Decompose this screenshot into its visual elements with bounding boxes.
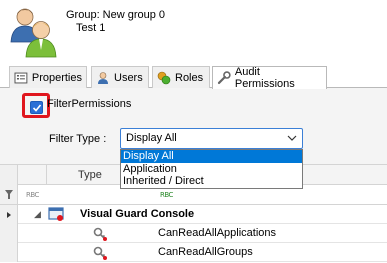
filter-permissions-checkbox[interactable]: [30, 101, 43, 114]
chevron-down-icon: [287, 135, 297, 141]
group-title: Visual Guard Console: [80, 208, 195, 220]
filter-cell-name[interactable]: RBC: [160, 191, 173, 199]
filter-type-select[interactable]: Display All: [120, 128, 303, 149]
filter-permissions-label: FilterPermissions: [47, 98, 132, 110]
row-header: [0, 224, 18, 243]
column-header-type[interactable]: Type: [78, 169, 102, 181]
row-indicator-icon: [7, 212, 11, 218]
roles-icon: [157, 71, 171, 84]
users-group-icon: [10, 8, 57, 58]
group-header: Group: New group 0 Test 1: [0, 0, 387, 66]
filter-type-value: Display All: [126, 132, 177, 144]
column-separator[interactable]: [46, 165, 47, 185]
filter-cell-type[interactable]: RBC: [26, 191, 39, 199]
permission-row[interactable]: CanReadAllApplications: [0, 224, 387, 243]
filter-type-dropdown: Display All Application Inherited / Dire…: [120, 149, 303, 189]
console-icon: [48, 207, 64, 221]
audit-permissions-panel: FilterPermissions Filter Type : Display …: [0, 88, 387, 263]
row-header-corner: [0, 165, 18, 185]
group-row-visual-guard-console[interactable]: ◢ Visual Guard Console: [0, 205, 387, 224]
row-header: [0, 205, 18, 224]
permission-name: CanReadAllGroups: [158, 246, 253, 258]
tab-audit-permissions[interactable]: Audit Permissions: [212, 66, 327, 90]
filter-row-header: [0, 185, 18, 204]
tab-audit-permissions-label: Audit Permissions: [234, 66, 295, 90]
option-application[interactable]: Application: [121, 163, 302, 176]
wrench-icon: [217, 71, 231, 85]
checkmark-icon: [32, 104, 42, 112]
filter-icon: [5, 190, 13, 199]
permission-name: CanReadAllApplications: [158, 227, 277, 239]
tab-bar: Properties Users Roles Audit Permissions: [0, 66, 387, 90]
option-display-all[interactable]: Display All: [121, 150, 302, 163]
key-icon: [93, 246, 107, 260]
tab-properties-label: Properties: [31, 71, 82, 84]
tab-users[interactable]: Users: [91, 66, 149, 88]
filter-type-label: Filter Type :: [49, 133, 107, 145]
tab-users-label: Users: [114, 71, 143, 84]
key-icon: [93, 227, 107, 241]
checkbox-highlight: [22, 93, 50, 118]
tab-roles[interactable]: Roles: [152, 66, 210, 88]
option-inherited-direct[interactable]: Inherited / Direct: [121, 175, 302, 188]
tab-roles-label: Roles: [175, 71, 204, 84]
properties-icon: [14, 72, 28, 83]
group-name: Group: New group 0: [66, 9, 166, 21]
user-icon: [98, 71, 108, 84]
tab-properties[interactable]: Properties: [9, 66, 87, 88]
group-subtitle: Test 1: [76, 22, 106, 34]
header-text: Group: New group 0 Test 1: [66, 9, 165, 35]
expand-toggle-icon[interactable]: ◢: [34, 209, 41, 220]
permission-row[interactable]: CanReadAllGroups: [0, 243, 387, 262]
row-header: [0, 243, 18, 262]
